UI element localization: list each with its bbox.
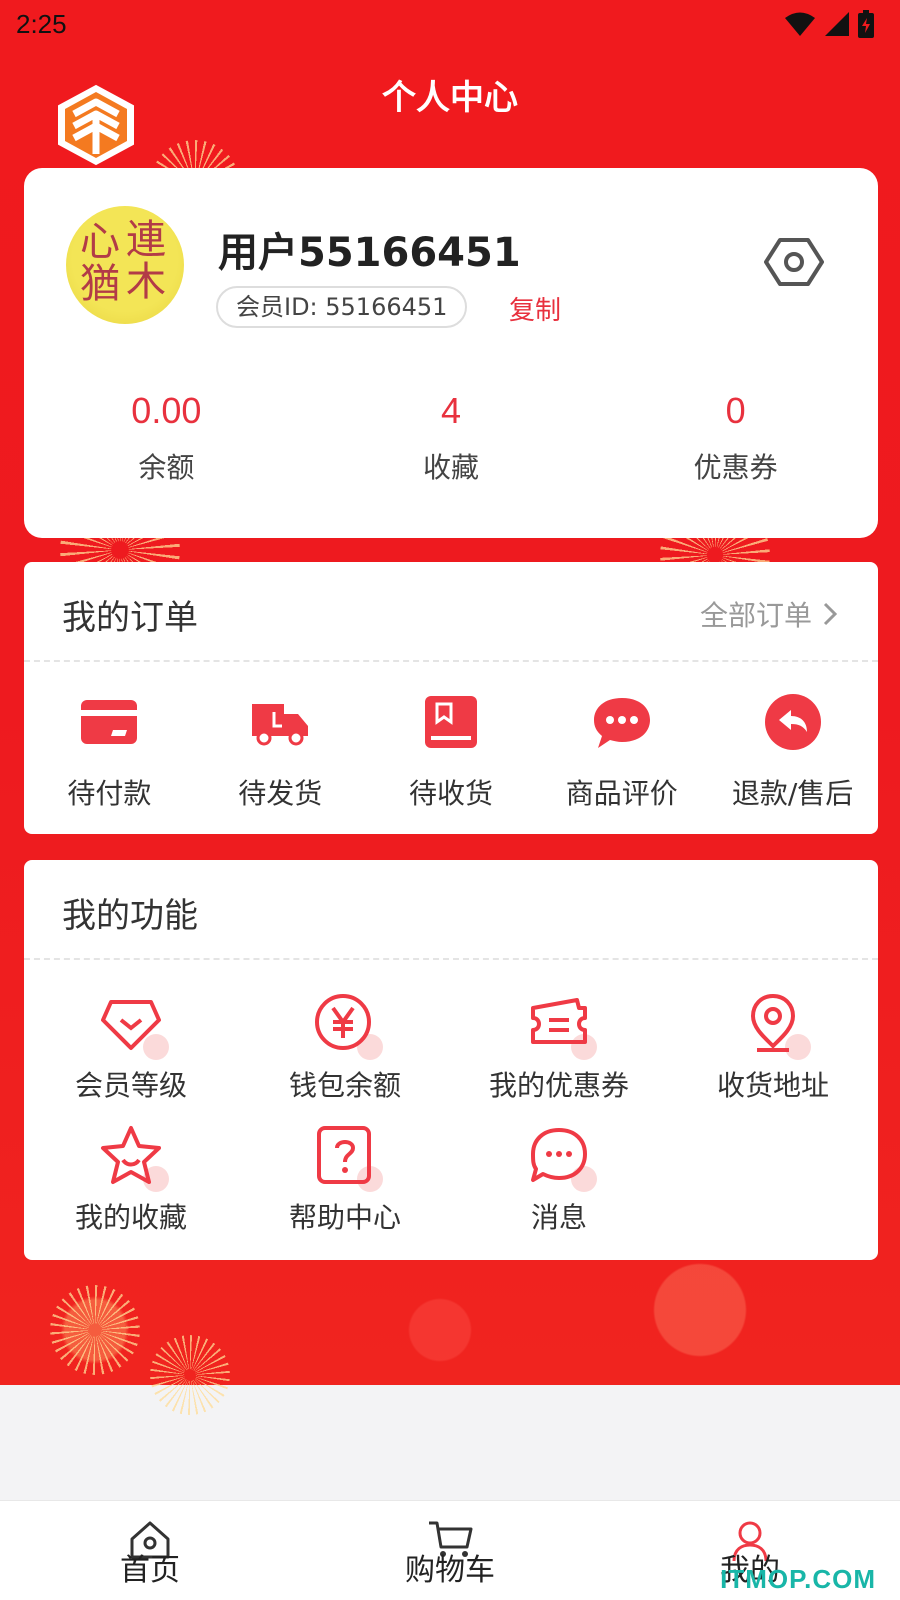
- all-orders-link[interactable]: 全部订单: [700, 594, 838, 634]
- member-id-badge: 会员ID: 55166451: [216, 286, 468, 328]
- status-bar: 2:25: [0, 0, 900, 50]
- feature-wallet[interactable]: 钱包余额: [238, 992, 452, 1104]
- orders-title: 我的订单: [62, 598, 198, 638]
- stat-value: 0: [725, 390, 746, 431]
- firework-decoration: [150, 1335, 230, 1415]
- feature-label: 消息: [530, 1201, 587, 1234]
- status-icons: [784, 10, 874, 38]
- stat-label: 收藏: [423, 451, 480, 484]
- username: 用户55166451: [218, 230, 521, 276]
- stat-label: 余额: [138, 451, 195, 484]
- tab-label: 首页: [120, 1553, 180, 1588]
- feature-messages[interactable]: 消息: [452, 1124, 666, 1236]
- stat-balance[interactable]: 0.00 余额: [24, 390, 309, 486]
- wifi-icon: [785, 12, 815, 36]
- profile-card: 連 木 心 猶 用户55166451 会员ID: 55166451 复制 0.0…: [24, 168, 878, 538]
- chevron-right-icon: [823, 602, 838, 626]
- order-label: 商品评价: [565, 777, 678, 810]
- feature-favorites[interactable]: 我的收藏: [24, 1124, 238, 1236]
- help-icon: [313, 1124, 383, 1192]
- avatar-glyph: 連: [126, 217, 166, 263]
- stat-label: 优惠券: [693, 451, 778, 484]
- stats-row: 0.00 余额 4 收藏 0 优惠券: [24, 390, 878, 486]
- order-pending-payment[interactable]: 待付款: [24, 692, 195, 812]
- chat-icon: [593, 698, 650, 748]
- order-label: 待收货: [408, 777, 493, 810]
- order-review[interactable]: 商品评价: [536, 692, 707, 812]
- feature-label: 收货地址: [716, 1069, 829, 1102]
- features-header: 我的功能: [24, 860, 878, 960]
- order-refund[interactable]: 退款/售后: [707, 692, 878, 812]
- package-icon: [424, 696, 477, 748]
- features-card: 我的功能 会员等级 钱包余额 我的优惠券 收货地址 我的收藏 帮助中心 消息: [24, 860, 878, 1260]
- battery-icon: [858, 10, 874, 38]
- feature-address[interactable]: 收货地址: [666, 992, 880, 1104]
- order-pending-receipt[interactable]: 待收货: [366, 692, 537, 812]
- stat-coupons[interactable]: 0 优惠券: [593, 390, 878, 486]
- order-pending-shipment[interactable]: 待发货: [195, 692, 366, 812]
- return-icon: [764, 694, 821, 750]
- logo-icon: [58, 84, 134, 166]
- order-label: 待付款: [67, 777, 152, 810]
- star-icon: [99, 1124, 169, 1192]
- feature-label: 我的优惠券: [488, 1069, 629, 1102]
- avatar-glyph: 猶: [80, 261, 120, 307]
- all-orders-label: 全部订单: [699, 599, 812, 632]
- watermark: ITMOP.COM: [720, 1564, 876, 1594]
- feature-label: 钱包余额: [288, 1069, 401, 1102]
- feature-coupons[interactable]: 我的优惠券: [452, 992, 666, 1104]
- stat-value: 0.00: [131, 390, 202, 431]
- message-icon: [527, 1124, 597, 1192]
- location-icon: [741, 992, 811, 1060]
- tab-cart[interactable]: 购物车: [300, 1501, 600, 1600]
- stat-favorites[interactable]: 4 收藏: [309, 390, 594, 486]
- feature-label: 会员等级: [74, 1069, 187, 1102]
- order-label: 退款/售后: [731, 777, 854, 810]
- avatar-glyph: 心: [80, 219, 120, 265]
- yen-icon: [313, 992, 383, 1060]
- order-label: 待发货: [238, 777, 323, 810]
- avatar[interactable]: 連 木 心 猶: [66, 206, 184, 324]
- firework-decoration: [50, 1285, 140, 1375]
- tab-home[interactable]: 首页: [0, 1501, 300, 1600]
- copy-button[interactable]: 复制: [509, 290, 561, 327]
- coupon-icon: [527, 992, 597, 1060]
- status-time: 2:25: [16, 9, 67, 39]
- avatar-glyph: 木: [126, 259, 166, 305]
- feature-label: 帮助中心: [288, 1201, 401, 1234]
- diamond-icon: [99, 992, 169, 1060]
- orders-card: 我的订单 全部订单 待付款 待发货 待收货 商品评价 退款/售后: [24, 562, 878, 834]
- truck-icon: [252, 704, 309, 746]
- tab-label: 购物车: [405, 1553, 495, 1588]
- feature-help[interactable]: 帮助中心: [238, 1124, 452, 1236]
- order-status-row: 待付款 待发货 待收货 商品评价 退款/售后: [24, 662, 878, 812]
- features-title: 我的功能: [62, 896, 198, 936]
- feature-member-level[interactable]: 会员等级: [24, 992, 238, 1104]
- signal-icon: [825, 12, 849, 36]
- card-icon: [81, 700, 138, 744]
- feature-label: 我的收藏: [74, 1201, 187, 1234]
- stat-value: 4: [440, 390, 462, 431]
- settings-icon[interactable]: [764, 232, 824, 292]
- orders-header: 我的订单 全部订单: [24, 562, 878, 662]
